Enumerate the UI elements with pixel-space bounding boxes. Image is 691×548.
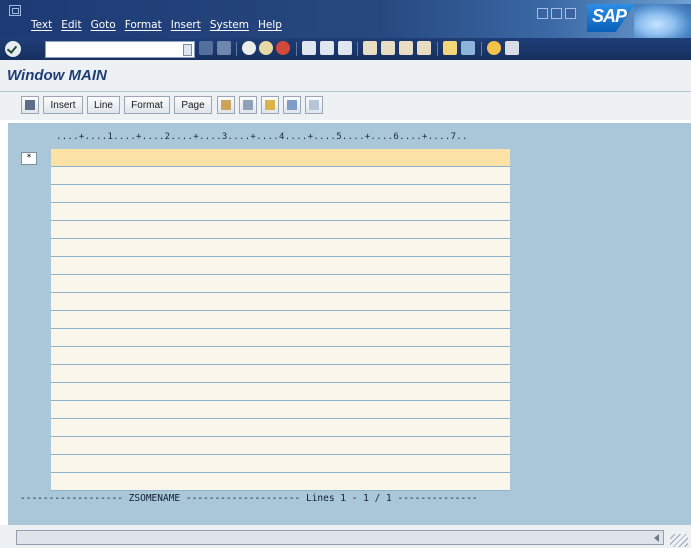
editor-line[interactable] <box>51 473 510 491</box>
menu-format[interactable]: Format <box>125 19 162 31</box>
toolbar-separator <box>481 42 482 56</box>
menu-help[interactable]: Help <box>258 19 282 31</box>
format-button[interactable]: Format <box>124 96 170 114</box>
page-title: Window MAIN <box>7 67 107 84</box>
menu-text[interactable]: Text <box>31 19 52 31</box>
editor-line[interactable] <box>51 401 510 419</box>
find-icon[interactable] <box>320 41 334 55</box>
toolbar-separator <box>357 42 358 56</box>
duplicate-button[interactable] <box>305 96 323 114</box>
editor-line[interactable] <box>51 419 510 437</box>
print-icon[interactable] <box>302 41 316 55</box>
menu-bar: Text Edit Goto Format Insert System Help <box>31 19 291 31</box>
cancel-icon[interactable] <box>276 41 290 55</box>
enter-check-icon[interactable] <box>5 41 21 57</box>
toolbar-separator <box>296 42 297 56</box>
command-field[interactable] <box>45 41 195 58</box>
create-session-icon[interactable] <box>443 41 457 55</box>
editor-line[interactable] <box>51 455 510 473</box>
resize-grip[interactable] <box>670 534 688 547</box>
editor-footer: ------------------ ZSOMENAME -----------… <box>20 493 478 504</box>
choose-cursor-button[interactable] <box>21 96 39 114</box>
menu-edit[interactable]: Edit <box>61 19 81 31</box>
status-message-field <box>16 530 664 545</box>
editor-line[interactable] <box>51 383 510 401</box>
line-button[interactable]: Line <box>87 96 120 114</box>
cut-button[interactable] <box>239 96 257 114</box>
system-menu-icon[interactable] <box>9 5 21 16</box>
move-icon <box>287 100 297 110</box>
editor-line[interactable] <box>51 347 510 365</box>
editor-line[interactable] <box>51 167 510 185</box>
sap-window: Text Edit Goto Format Insert System Help… <box>0 0 691 548</box>
editor-line[interactable] <box>51 185 510 203</box>
toolbar-separator <box>437 42 438 56</box>
copy-icon <box>265 100 275 110</box>
editor-line[interactable] <box>51 221 510 239</box>
screen-header: Window MAIN <box>0 60 691 92</box>
clipboard-icon <box>221 100 231 110</box>
help-icon[interactable] <box>487 41 501 55</box>
menu-system[interactable]: System <box>210 19 249 31</box>
layout-menu-icon[interactable] <box>505 41 519 55</box>
copy-button[interactable] <box>261 96 279 114</box>
scissors-icon <box>243 100 253 110</box>
standard-toolbar <box>0 38 691 60</box>
editor-line[interactable] <box>51 329 510 347</box>
minimize-button[interactable] <box>537 8 548 19</box>
duplicate-icon <box>309 100 319 110</box>
insert-button[interactable]: Insert <box>43 96 83 114</box>
editor-line[interactable] <box>51 239 510 257</box>
last-page-icon[interactable] <box>417 41 431 55</box>
sap-logo: SAP <box>587 4 635 32</box>
editor-area: ....+....1....+....2....+....3....+....4… <box>8 123 691 525</box>
first-page-icon[interactable] <box>363 41 377 55</box>
editor-line[interactable] <box>51 437 510 455</box>
move-button[interactable] <box>283 96 301 114</box>
paste-button[interactable] <box>217 96 235 114</box>
status-toggle-icon[interactable] <box>654 534 659 542</box>
back-arrow-icon[interactable] <box>199 41 213 55</box>
editor-lines <box>51 149 510 491</box>
menu-insert[interactable]: Insert <box>171 19 201 31</box>
next-page-icon[interactable] <box>399 41 413 55</box>
application-toolbar: Insert Line Format Page <box>0 92 691 120</box>
editor-line[interactable] <box>51 275 510 293</box>
editor-line[interactable] <box>51 257 510 275</box>
save-icon[interactable] <box>217 41 231 55</box>
menu-goto[interactable]: Goto <box>91 19 116 31</box>
status-bar <box>0 525 691 548</box>
toolbar-separator <box>236 42 237 56</box>
find-next-icon[interactable] <box>338 41 352 55</box>
previous-page-icon[interactable] <box>381 41 395 55</box>
page-button[interactable]: Page <box>174 96 212 114</box>
close-button[interactable] <box>565 8 576 19</box>
shortcut-icon[interactable] <box>461 41 475 55</box>
line-marker[interactable]: * <box>21 152 37 165</box>
editor-line[interactable] <box>51 293 510 311</box>
editor-line[interactable] <box>51 311 510 329</box>
editor-line[interactable] <box>51 203 510 221</box>
editor-line[interactable] <box>51 365 510 383</box>
column-ruler: ....+....1....+....2....+....3....+....4… <box>56 132 468 142</box>
back-icon[interactable] <box>242 41 256 55</box>
cursor-select-icon <box>25 100 35 110</box>
title-menu-bar: Text Edit Goto Format Insert System Help… <box>0 0 691 38</box>
brand-swirl-graphic <box>634 4 691 38</box>
maximize-button[interactable] <box>551 8 562 19</box>
editor-line-active[interactable] <box>51 149 510 167</box>
exit-icon[interactable] <box>259 41 273 55</box>
command-history-button[interactable] <box>183 44 192 56</box>
